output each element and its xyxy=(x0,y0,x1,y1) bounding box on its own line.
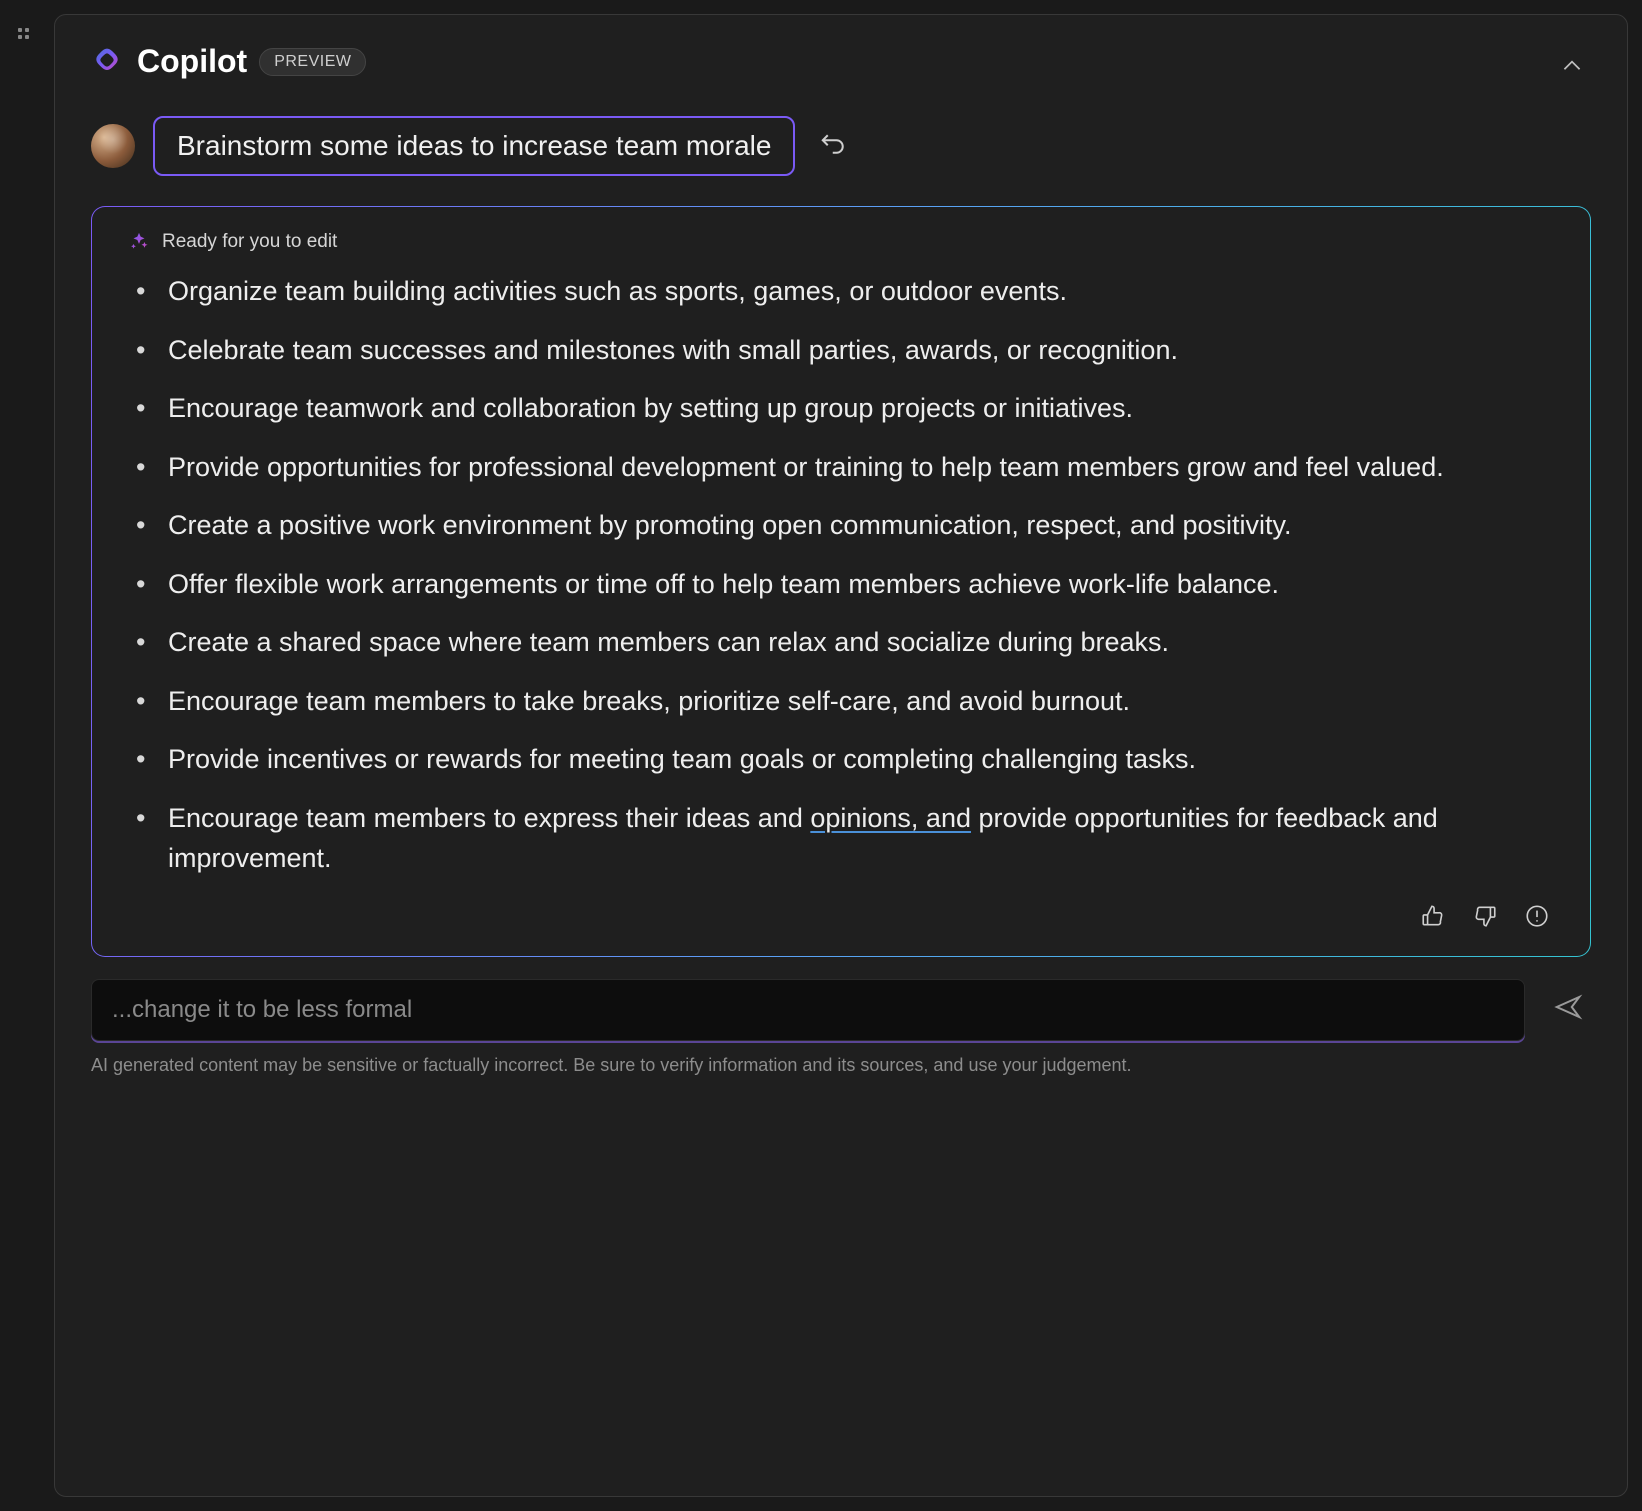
undo-icon xyxy=(819,129,849,159)
list-item: Provide incentives or rewards for meetin… xyxy=(132,739,1560,780)
list-item: Encourage teamwork and collaboration by … xyxy=(132,388,1560,429)
send-button[interactable] xyxy=(1545,984,1591,1035)
thumbs-up-icon xyxy=(1420,903,1446,929)
user-avatar xyxy=(91,124,135,168)
thumbs-up-button[interactable] xyxy=(1420,903,1446,934)
thumbs-down-button[interactable] xyxy=(1472,903,1498,934)
list-item: Encourage team members to take breaks, p… xyxy=(132,681,1560,722)
list-item: Provide opportunities for professional d… xyxy=(132,447,1560,488)
list-item: Organize team building activities such a… xyxy=(132,271,1560,312)
input-row xyxy=(91,979,1591,1041)
send-icon xyxy=(1553,992,1583,1022)
collapse-button[interactable] xyxy=(1553,47,1591,90)
prompt-row: Brainstorm some ideas to increase team m… xyxy=(55,96,1627,194)
copilot-logo-icon xyxy=(91,46,123,78)
copilot-panel: Copilot PREVIEW Brainstorm some ideas to… xyxy=(54,14,1628,1497)
ready-label: Ready for you to edit xyxy=(162,231,337,253)
ideas-list: Organize team building activities such a… xyxy=(122,271,1560,879)
chat-input[interactable] xyxy=(91,979,1525,1041)
panel-header: Copilot PREVIEW xyxy=(55,15,1627,96)
undo-button[interactable] xyxy=(813,123,855,170)
ai-disclaimer: AI generated content may be sensitive or… xyxy=(91,1055,1591,1076)
preview-badge: PREVIEW xyxy=(259,48,366,76)
sparkle-icon xyxy=(128,231,150,253)
list-item: Create a positive work environment by pr… xyxy=(132,505,1560,546)
thumbs-down-icon xyxy=(1472,903,1498,929)
drag-handle-icon[interactable] xyxy=(18,28,34,44)
chevron-up-icon xyxy=(1559,53,1585,79)
list-item: Create a shared space where team members… xyxy=(132,622,1560,663)
grammar-underline[interactable]: opinions, and xyxy=(810,803,971,833)
feedback-row xyxy=(122,897,1560,934)
list-item: Celebrate team successes and milestones … xyxy=(132,330,1560,371)
ready-row: Ready for you to edit xyxy=(122,231,1560,253)
response-card: Ready for you to edit Organize team buil… xyxy=(91,206,1591,957)
alert-circle-icon xyxy=(1524,903,1550,929)
report-button[interactable] xyxy=(1524,903,1550,934)
brand-title: Copilot xyxy=(137,43,247,80)
list-item: Offer flexible work arrangements or time… xyxy=(132,564,1560,605)
prompt-pill[interactable]: Brainstorm some ideas to increase team m… xyxy=(153,116,795,176)
list-item: Encourage team members to express their … xyxy=(132,798,1560,879)
